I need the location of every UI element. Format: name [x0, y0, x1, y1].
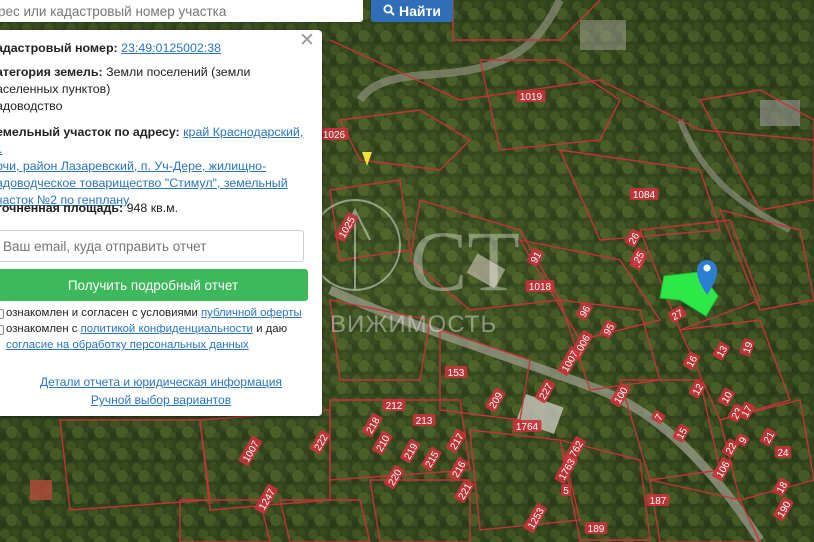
svg-text:213: 213: [416, 416, 433, 427]
area-label: точненная площадь:: [0, 201, 124, 215]
privacy-agreement-tail: и даю: [256, 323, 288, 335]
address-link-line3[interactable]: адоводческое товарищество "Стимул", земе…: [0, 176, 288, 190]
svg-text:1018: 1018: [529, 282, 552, 293]
watermark-subtext: ВИЖИМОСТЬ: [330, 311, 497, 338]
parcel-label: 212: [382, 399, 406, 412]
public-offer-link[interactable]: публичной оферты: [201, 307, 302, 319]
offer-checkbox[interactable]: [0, 309, 4, 319]
search-icon: [383, 3, 395, 19]
privacy-agreement: ознакомлен с политикой конфиденциальност…: [6, 321, 287, 337]
data-processing-consent-link[interactable]: согласие на обработку персональных данны…: [6, 339, 249, 351]
area-row: точненная площадь: 948 кв.м.: [0, 200, 306, 217]
svg-text:189: 189: [588, 524, 605, 535]
cadastral-row: адастровый номер: 23:49:0125002:38: [0, 40, 306, 57]
get-report-button[interactable]: Получить подробный отчет: [0, 269, 308, 301]
parcel-label: 1026: [319, 128, 349, 141]
category-row: атегория земель: Земли поселений (земли …: [0, 64, 306, 115]
category-value: Земли поселений (земли: [106, 65, 251, 79]
svg-text:1764: 1764: [516, 422, 539, 433]
privacy-policy-link[interactable]: политикой конфиденциальности: [81, 323, 253, 335]
offer-agreement: ознакомлен и согласен с условиями публич…: [6, 305, 302, 321]
search-button[interactable]: Найти: [371, 0, 453, 22]
category-value-line2: аселенных пунктов): [0, 82, 111, 96]
svg-text:5: 5: [563, 486, 569, 497]
manual-selection-link[interactable]: Ручной выбор вариантов: [91, 393, 231, 407]
address-link-line2[interactable]: очи, район Лазаревский, п. Уч-Дере, жили…: [0, 159, 266, 173]
svg-text:187: 187: [650, 496, 667, 507]
parcel-label: 5: [560, 484, 572, 497]
watermark-text: СТ: [410, 213, 520, 309]
privacy-checkbox[interactable]: [0, 325, 4, 335]
privacy-agreement-text: ознакомлен с: [6, 323, 78, 335]
address-label: емельный участок по адресу:: [0, 125, 180, 139]
category-value-line3: адоводство: [0, 99, 63, 113]
parcel-label: 187: [646, 494, 670, 507]
parcel-label: 1764: [512, 420, 542, 433]
svg-text:1019: 1019: [520, 92, 543, 103]
parcel-info-panel: ✕ адастровый номер: 23:49:0125002:38 ате…: [0, 30, 322, 416]
parcel-label: 189: [584, 522, 608, 535]
parcel-label: 1018: [525, 280, 555, 293]
report-details-link[interactable]: Детали отчета и юридическая информация: [40, 375, 282, 389]
email-field[interactable]: [0, 230, 304, 262]
cadastral-number-link[interactable]: 23:49:0125002:38: [121, 41, 221, 55]
svg-text:153: 153: [448, 368, 465, 379]
search-button-label: Найти: [399, 3, 441, 19]
parcel-label: 1084: [629, 188, 659, 201]
search-input[interactable]: [0, 0, 361, 22]
parcel-label: 153: [444, 366, 468, 379]
area-value: 948 кв.м.: [126, 201, 179, 215]
svg-text:24: 24: [777, 448, 789, 459]
svg-text:212: 212: [386, 401, 403, 412]
category-label: атегория земель:: [0, 65, 103, 79]
svg-text:1084: 1084: [633, 190, 656, 201]
parcel-label: 213: [412, 414, 436, 427]
cadastral-label: адастровый номер:: [0, 41, 118, 55]
svg-text:1026: 1026: [323, 130, 346, 141]
search-bar[interactable]: [0, 0, 363, 22]
address-row: емельный участок по адресу: край Краснод…: [0, 124, 306, 209]
parcel-label: 24: [774, 446, 792, 459]
offer-agreement-text: ознакомлен и согласен с условиями: [6, 307, 198, 319]
parcel-label: 1019: [516, 90, 546, 103]
